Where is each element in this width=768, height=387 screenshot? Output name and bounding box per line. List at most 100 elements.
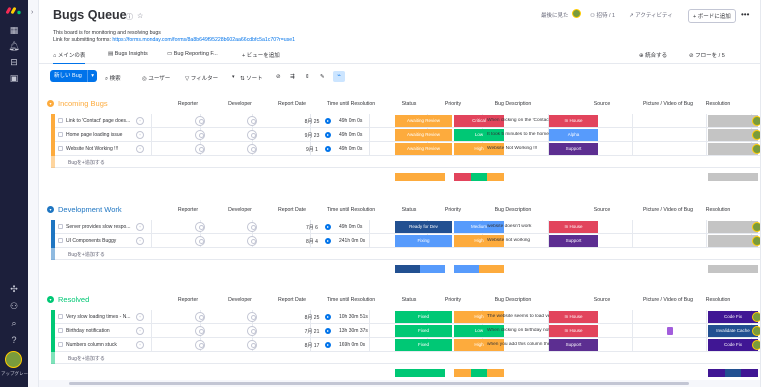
source-label[interactable]: In House xyxy=(549,325,598,337)
info-icon[interactable]: ⓘ xyxy=(126,12,133,22)
timer-play-icon[interactable] xyxy=(325,342,331,348)
column-header[interactable]: Reporter xyxy=(158,207,218,213)
group-collapse-chevron-icon[interactable]: ▾ xyxy=(47,296,54,303)
sort-button[interactable]: ⇅ ソート xyxy=(240,74,263,82)
status-label[interactable]: Ready for Dev xyxy=(395,221,452,233)
column-header[interactable]: Source xyxy=(572,101,632,107)
reporter-avatar-icon[interactable] xyxy=(195,144,205,154)
resolution-label[interactable] xyxy=(708,143,758,155)
developer-avatar-icon[interactable] xyxy=(247,326,257,336)
add-item-row[interactable]: Bugを+追加する xyxy=(51,352,768,364)
timer-play-icon[interactable] xyxy=(325,328,331,334)
item-name[interactable]: Very slow loading times - N... xyxy=(66,314,130,320)
horizontal-scrollbar[interactable] xyxy=(39,380,768,387)
add-view-button[interactable]: + ビューを追加 xyxy=(242,51,280,59)
developer-avatar-icon[interactable] xyxy=(247,236,257,246)
timer-play-icon[interactable] xyxy=(325,118,331,124)
tab-bugs-insights[interactable]: ▤ Bugs Insights xyxy=(108,51,148,57)
reporter-avatar-icon[interactable] xyxy=(195,236,205,246)
priority-summary-bar[interactable] xyxy=(454,173,504,181)
column-header[interactable]: Source xyxy=(572,207,632,213)
add-item-row[interactable]: Bugを+追加する xyxy=(51,156,768,168)
resolution-label[interactable] xyxy=(708,235,758,247)
column-header[interactable]: Priority xyxy=(423,101,483,107)
timer-play-icon[interactable] xyxy=(325,132,331,138)
star-icon[interactable]: ☆ xyxy=(137,12,143,20)
row-checkbox[interactable] xyxy=(58,328,63,333)
column-header[interactable]: Time until Resolution xyxy=(321,207,381,213)
file-icon[interactable] xyxy=(667,327,673,335)
resolution-summary-bar[interactable] xyxy=(708,265,758,273)
column-header[interactable]: Developer xyxy=(210,101,270,107)
status-label[interactable]: Awaiting Review xyxy=(395,115,452,127)
add-update-icon[interactable]: + xyxy=(136,327,144,335)
developer-avatar-icon[interactable] xyxy=(247,340,257,350)
column-header[interactable]: Bug Description xyxy=(483,297,543,303)
last-seen-avatar[interactable] xyxy=(572,9,581,18)
table-row[interactable]: Server provides slow respo... +7月 6 49h 0m… xyxy=(51,220,768,234)
add-update-icon[interactable]: + xyxy=(136,145,144,153)
column-header[interactable]: Bug Description xyxy=(483,101,543,107)
activity-button[interactable]: ↗ アクティビティ xyxy=(629,11,673,19)
add-item-label[interactable]: Bugを+追加する xyxy=(68,159,105,166)
group-collapse-chevron-icon[interactable]: ▾ xyxy=(47,206,54,213)
group-title[interactable]: Resolved xyxy=(58,295,89,304)
developer-avatar-icon[interactable] xyxy=(247,130,257,140)
table-row[interactable]: Website Not Working !!! +9月 1 49h 0m 0s Awa… xyxy=(51,142,768,156)
timer-play-icon[interactable] xyxy=(325,146,331,152)
add-item-label[interactable]: Bugを+追加する xyxy=(68,251,105,258)
add-update-icon[interactable]: + xyxy=(136,223,144,231)
automation-button[interactable]: ⊘ フローを / 5 xyxy=(689,51,725,59)
person-filter-button[interactable]: ◎ ユーザー xyxy=(142,74,170,82)
chart-view-icon[interactable]: ⌁ xyxy=(333,71,345,82)
group-by-icon[interactable]: ⇶ xyxy=(290,74,295,80)
resolution-label[interactable]: Code Fix xyxy=(708,339,758,351)
inbox-icon[interactable]: ⊟ xyxy=(7,55,21,69)
column-header[interactable]: Bug Description xyxy=(483,207,543,213)
invite-button[interactable]: ⚇ 招待 / 1 xyxy=(590,11,615,19)
group-collapse-chevron-icon[interactable]: ▾ xyxy=(47,100,54,107)
column-header[interactable]: Reporter xyxy=(158,101,218,107)
source-label[interactable]: Alpha xyxy=(549,129,598,141)
source-label[interactable]: Support xyxy=(549,143,598,155)
search-icon[interactable]: ⌕ xyxy=(7,316,21,330)
filter-caret-icon[interactable]: ▾ xyxy=(232,74,235,80)
row-checkbox[interactable] xyxy=(58,118,63,123)
vertical-scrollbar[interactable] xyxy=(760,0,768,387)
column-header[interactable]: Report Date xyxy=(262,297,322,303)
row-checkbox[interactable] xyxy=(58,224,63,229)
status-summary-bar[interactable] xyxy=(395,265,445,273)
item-name[interactable]: Numbers column stuck xyxy=(66,342,117,348)
help-icon[interactable]: ? xyxy=(7,333,21,347)
table-row[interactable]: Birthday notification +7月 21 13h 30m 37s Fi… xyxy=(51,324,768,338)
source-label[interactable]: In House xyxy=(549,221,598,233)
column-header[interactable]: Reporter xyxy=(158,297,218,303)
source-label[interactable]: In House xyxy=(549,311,598,323)
column-header[interactable]: Priority xyxy=(423,297,483,303)
status-label[interactable]: Fixed xyxy=(395,325,452,337)
status-label[interactable]: Fixed xyxy=(395,311,452,323)
column-header[interactable]: Priority xyxy=(423,207,483,213)
reporter-avatar-icon[interactable] xyxy=(195,326,205,336)
add-item-row[interactable]: Bugを+追加する xyxy=(51,248,768,260)
calendar-icon[interactable]: ▣ xyxy=(7,71,21,85)
item-name[interactable]: Birthday notification xyxy=(66,328,110,334)
status-summary-bar[interactable] xyxy=(395,369,445,377)
tab-main-table[interactable]: ⌂ メインの表 xyxy=(53,51,86,64)
tab-bug-reporting-form[interactable]: ▭ Bug Reporting F... xyxy=(167,51,218,57)
reporter-avatar-icon[interactable] xyxy=(195,116,205,126)
resolution-label[interactable] xyxy=(708,115,758,127)
item-name[interactable]: Home page loading issue xyxy=(66,132,122,138)
status-label[interactable]: Awaiting Review xyxy=(395,143,452,155)
column-header[interactable]: Time until Resolution xyxy=(321,101,381,107)
add-update-icon[interactable]: + xyxy=(136,313,144,321)
add-item-label[interactable]: Bugを+追加する xyxy=(68,355,105,362)
resolution-summary-bar[interactable] xyxy=(708,173,758,181)
more-menu-icon[interactable]: ••• xyxy=(741,10,749,19)
developer-avatar-icon[interactable] xyxy=(247,312,257,322)
priority-summary-bar[interactable] xyxy=(454,265,504,273)
new-item-button[interactable]: 新しい Bug ▾ xyxy=(50,70,97,82)
row-checkbox[interactable] xyxy=(58,342,63,347)
scrollbar-thumb[interactable] xyxy=(69,382,689,385)
source-label[interactable]: In House xyxy=(549,115,598,127)
